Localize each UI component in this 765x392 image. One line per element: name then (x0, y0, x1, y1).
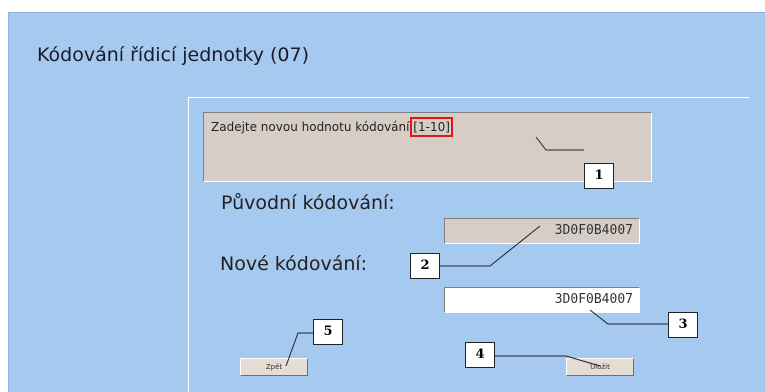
message-prefix: Zadejte novou hodnotu kódování (211, 120, 414, 134)
back-button[interactable]: Zpět (240, 358, 308, 376)
new-coding-label: Nové kódování: (220, 253, 368, 275)
callout-2: 2 (410, 253, 440, 279)
dialog-title: Kódování řídicí jednotky (07) (37, 44, 310, 66)
callout-4: 4 (465, 342, 495, 368)
save-button[interactable]: Uložit (566, 358, 634, 376)
range-highlight: [1-10] (410, 117, 453, 137)
callout-5: 5 (313, 319, 343, 345)
new-coding-input[interactable]: 3D0F0B4007 (444, 287, 640, 313)
callout-3: 3 (668, 312, 698, 338)
original-coding-field: 3D0F0B4007 (444, 218, 640, 244)
original-coding-label: Původní kódování: (221, 192, 395, 214)
message-suffix: : (449, 120, 454, 134)
callout-1: 1 (584, 163, 614, 189)
message-text: Zadejte novou hodnotu kódování [1-10]: (211, 117, 454, 137)
